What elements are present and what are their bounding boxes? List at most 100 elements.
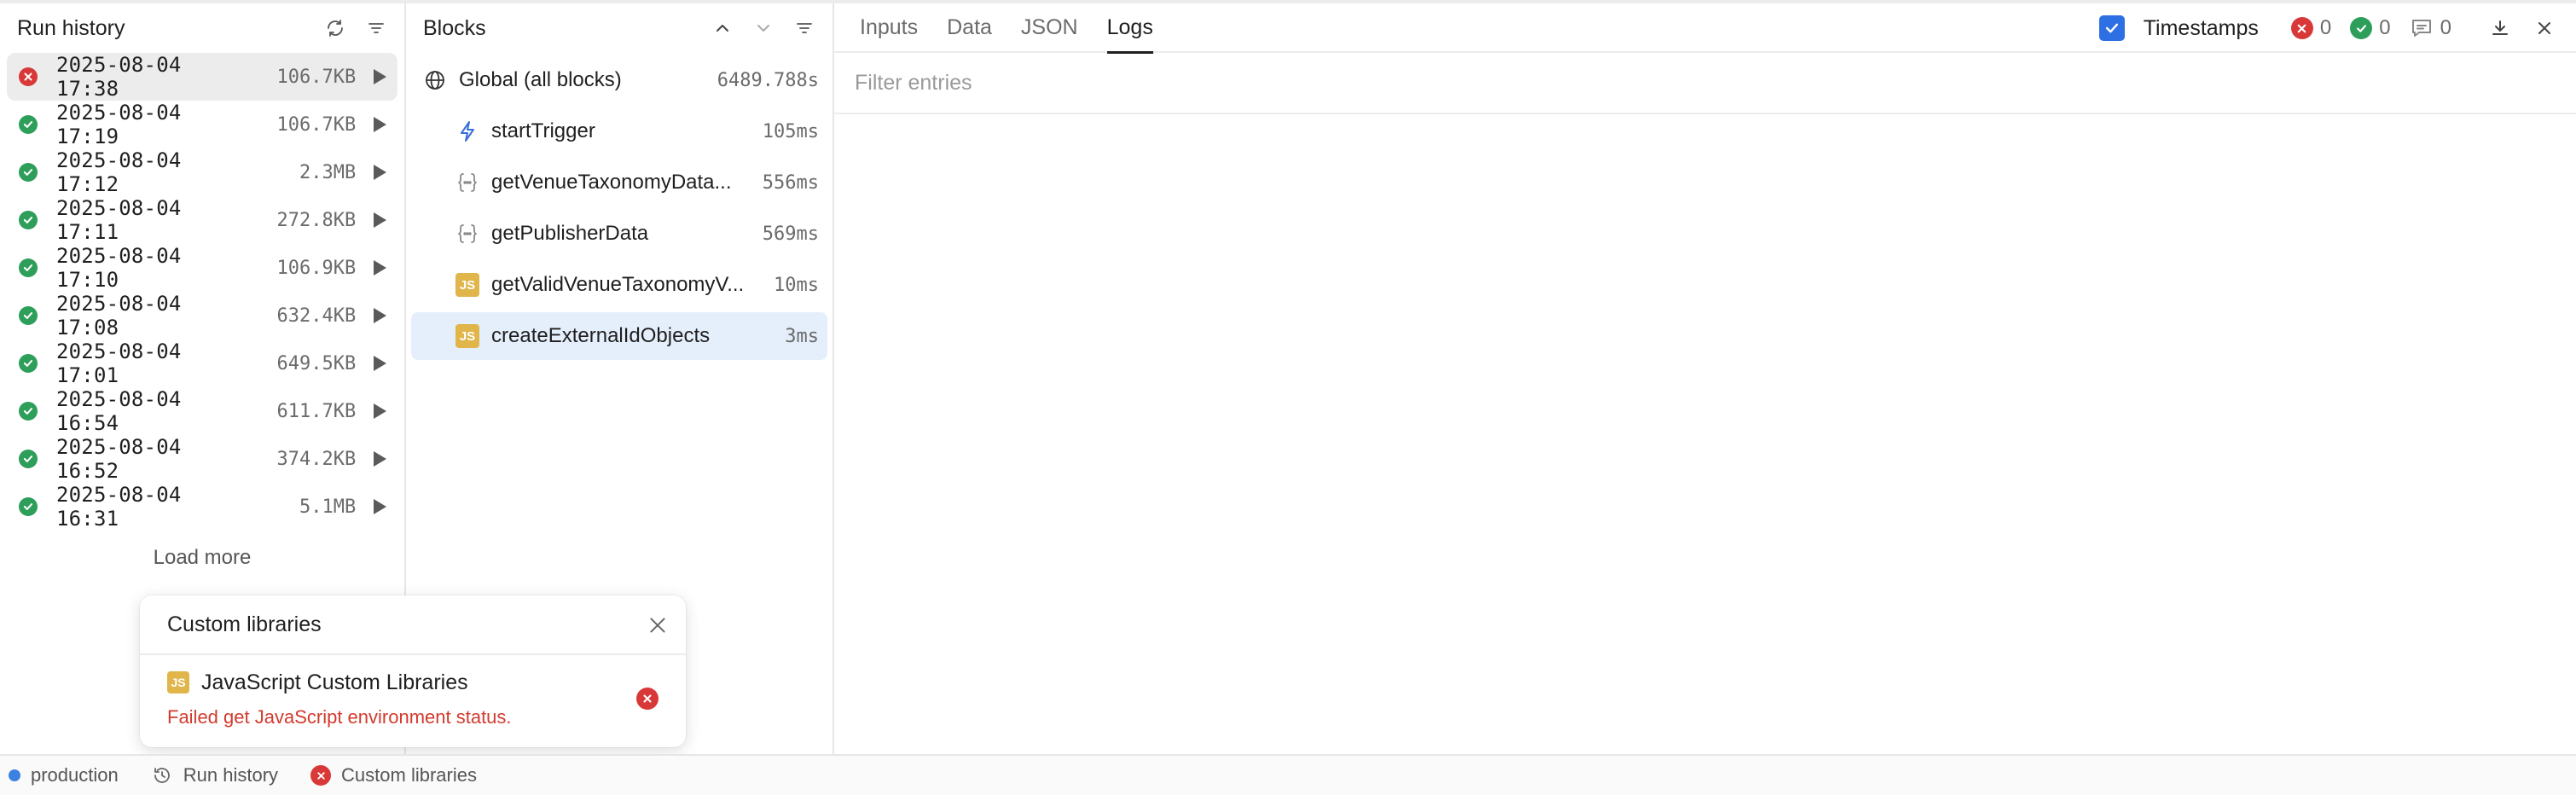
tab-inputs[interactable]: Inputs: [860, 3, 918, 52]
tab-logs[interactable]: Logs: [1106, 3, 1154, 54]
download-button[interactable]: [2486, 14, 2515, 43]
run-size: 272.8KB: [276, 209, 357, 231]
block-item[interactable]: Global (all blocks) 6489.788s: [411, 56, 827, 104]
run-size: 106.7KB: [276, 113, 357, 136]
run-timestamp: 2025-08-04 16:31: [56, 483, 182, 531]
status-bar: production Run history Custom libraries: [0, 754, 2576, 795]
blocks-filter-button[interactable]: [790, 14, 819, 43]
block-item[interactable]: getVenueTaxonomyData... 556ms: [411, 159, 827, 206]
block-name: getVenueTaxonomyData...: [491, 171, 732, 194]
play-icon[interactable]: [369, 114, 389, 135]
custom-libraries-popup: Custom libraries JS JavaScript Custom Li…: [140, 595, 686, 747]
popup-header: Custom libraries: [140, 595, 686, 655]
block-name: Global (all blocks): [459, 68, 622, 91]
run-history-item[interactable]: 2025-08-04 16:54 611.7KB: [7, 387, 397, 435]
popup-title: Custom libraries: [167, 612, 322, 636]
message-count-value: 0: [2440, 16, 2451, 39]
block-name: getPublisherData: [491, 222, 649, 245]
error-circle-icon: [310, 765, 332, 786]
error-circle-icon: [2290, 17, 2313, 39]
block-name: createExternalIdObjects: [491, 324, 711, 347]
run-timestamp: 2025-08-04 16:52: [56, 435, 182, 483]
run-timestamp: 2025-08-04 17:12: [56, 148, 182, 196]
run-history-item[interactable]: 2025-08-04 16:52 374.2KB: [7, 435, 397, 483]
run-history-item[interactable]: 2025-08-04 16:31 5.1MB: [7, 483, 397, 531]
run-history-item[interactable]: 2025-08-04 17:11 272.8KB: [7, 196, 397, 244]
success-circle-icon: [2350, 17, 2373, 39]
block-duration: 569ms: [762, 223, 819, 245]
block-duration: 556ms: [762, 171, 819, 194]
previous-block-button[interactable]: [708, 14, 737, 43]
success-circle-icon: [19, 258, 38, 277]
close-panel-button[interactable]: [2530, 14, 2559, 43]
success-circle-icon: [19, 354, 38, 373]
popup-body: JS JavaScript Custom Libraries Failed ge…: [140, 655, 686, 740]
run-list: 2025-08-04 17:38 106.7KB 2025-08-04 17:19 1…: [0, 53, 404, 531]
environment-selector[interactable]: production: [9, 764, 119, 786]
run-history-item[interactable]: 2025-08-04 17:19 106.7KB: [7, 101, 397, 148]
load-more-link[interactable]: Load more: [0, 546, 404, 570]
run-history-header: Run history: [0, 3, 404, 53]
query-braces-icon: [455, 171, 479, 194]
run-size: 5.1MB: [299, 496, 357, 518]
timestamps-checkbox[interactable]: [2098, 15, 2125, 41]
run-history-item[interactable]: 2025-08-04 17:01 649.5KB: [7, 339, 397, 387]
success-count-value: 0: [2379, 16, 2391, 39]
js-icon: JS: [455, 273, 479, 297]
message-icon: [2410, 17, 2434, 39]
run-history-item[interactable]: 2025-08-04 17:38 106.7KB: [7, 53, 397, 101]
play-icon[interactable]: [369, 162, 389, 183]
play-icon[interactable]: [369, 305, 389, 326]
play-icon[interactable]: [369, 401, 389, 421]
run-size: 374.2KB: [276, 448, 357, 470]
run-history-item[interactable]: 2025-08-04 17:12 2.3MB: [7, 148, 397, 196]
run-history-label: Run history: [183, 764, 279, 786]
message-count[interactable]: 0: [2410, 16, 2451, 40]
error-count[interactable]: 0: [2290, 16, 2332, 40]
next-block-button[interactable]: [749, 14, 778, 43]
refresh-button[interactable]: [321, 14, 350, 43]
error-count-value: 0: [2319, 16, 2332, 39]
popup-close-button[interactable]: [643, 611, 672, 640]
block-item[interactable]: startTrigger 105ms: [411, 107, 827, 155]
block-item[interactable]: JS getValidVenueTaxonomyV... 10ms: [411, 261, 827, 309]
play-icon[interactable]: [369, 496, 389, 517]
run-timestamp: 2025-08-04 16:54: [56, 387, 182, 435]
run-timestamp: 2025-08-04 17:19: [56, 101, 182, 148]
block-duration: 105ms: [762, 120, 819, 142]
play-icon[interactable]: [369, 67, 389, 87]
filter-row: [834, 53, 2576, 114]
filter-icon: [797, 23, 812, 33]
block-name: getValidVenueTaxonomyV...: [491, 273, 745, 296]
js-icon: JS: [455, 324, 479, 348]
run-history-item[interactable]: 2025-08-04 17:08 632.4KB: [7, 292, 397, 339]
play-icon[interactable]: [369, 258, 389, 278]
filter-entries-input[interactable]: [855, 70, 1537, 96]
play-icon[interactable]: [369, 353, 389, 374]
timestamps-label: Timestamps: [2143, 15, 2259, 40]
custom-libraries-toggle[interactable]: Custom libraries: [310, 764, 477, 786]
tab-json[interactable]: JSON: [1021, 3, 1078, 52]
run-history-title: Run history: [17, 15, 125, 40]
query-braces-icon: [455, 222, 479, 246]
success-count[interactable]: 0: [2350, 16, 2391, 40]
library-error-message: Failed get JavaScript environment status…: [167, 706, 512, 728]
filter-button[interactable]: [362, 14, 391, 43]
tab-data[interactable]: Data: [947, 3, 992, 52]
run-timestamp: 2025-08-04 17:10: [56, 244, 182, 292]
play-icon[interactable]: [369, 449, 389, 469]
run-history-toggle[interactable]: Run history: [151, 764, 278, 786]
run-timestamp: 2025-08-04 17:08: [56, 292, 182, 339]
block-item[interactable]: JS createExternalIdObjects 3ms: [411, 312, 827, 360]
run-history-item[interactable]: 2025-08-04 17:10 106.9KB: [7, 244, 397, 292]
success-circle-icon: [19, 402, 38, 421]
block-item[interactable]: getPublisherData 569ms: [411, 210, 827, 258]
js-icon: JS: [167, 671, 189, 693]
block-duration: 10ms: [774, 274, 819, 296]
blocks-header: Blocks: [406, 3, 833, 53]
close-icon: [2538, 22, 2550, 34]
chevron-up-icon: [717, 25, 728, 32]
chevron-down-icon: [757, 25, 769, 32]
run-timestamp: 2025-08-04 17:01: [56, 339, 182, 387]
play-icon[interactable]: [369, 210, 389, 230]
